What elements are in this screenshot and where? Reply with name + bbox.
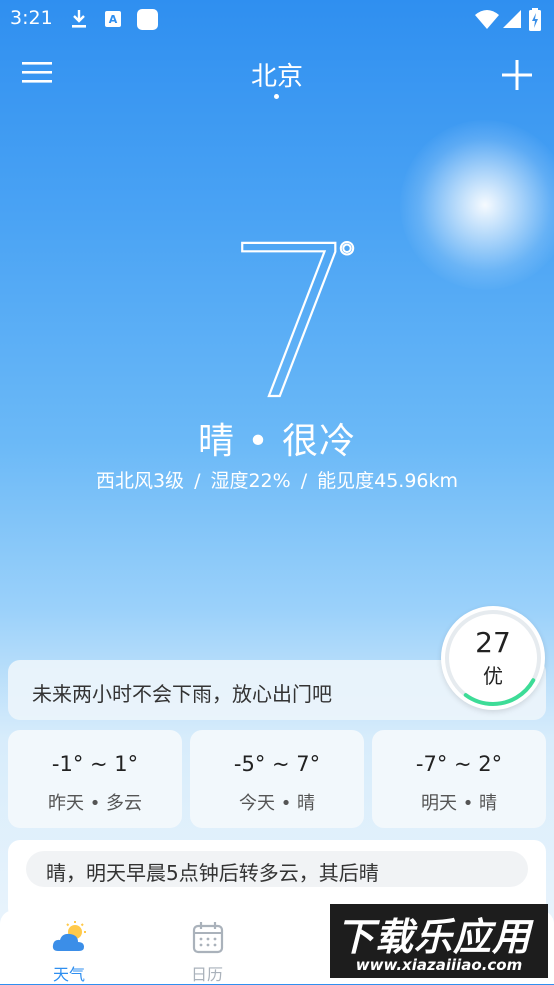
forecast-label: 昨天 • 多云 (47, 793, 143, 814)
humidity-info: 湿度22% (210, 470, 291, 492)
nav-label: 天气 (52, 965, 85, 984)
svg-text:A: A (109, 13, 118, 26)
nav-label: 日历 (190, 965, 223, 984)
forecast-range: -1° ~ 1° (51, 752, 139, 776)
separator: / (194, 470, 201, 492)
forecast-label: 今天 • 晴 (238, 793, 316, 814)
status-bar: 3:21 A (0, 0, 554, 38)
watermark-logo: 下载乐应用 www.xiazaiiiao.com (330, 904, 548, 978)
wifi-icon (475, 10, 499, 29)
page-indicator-dot (274, 94, 279, 99)
download-icon (72, 10, 86, 28)
forecast-label: 明天 • 晴 (420, 793, 498, 814)
forecast-card-today[interactable]: -5° ~ 7° 今天 • 晴 (190, 730, 364, 828)
rain-notice-text: 未来两小时不会下雨，放心出门吧 (32, 682, 332, 706)
nav-item-calendar[interactable]: 日历 (162, 918, 252, 984)
watermark-url: www.xiazaiiiao.com (355, 956, 523, 974)
app-square-icon (137, 9, 158, 30)
summary-text: 晴，明天早晨5点钟后转多云，其后晴 (46, 861, 379, 885)
top-bar: 北京 (0, 50, 554, 100)
weather-condition: 晴 • 很冷 (197, 421, 357, 462)
nav-item-weather[interactable]: 天气 (24, 918, 114, 984)
degree-symbol: ° (337, 238, 357, 282)
a-notification-icon: A (105, 11, 121, 27)
summary-pill: 晴，明天早晨5点钟后转多云，其后晴 (26, 851, 528, 887)
aqi-badge[interactable]: 27 优 (441, 606, 545, 710)
weather-icon (52, 921, 86, 951)
watermark-main-text: 下载乐应用 (336, 915, 532, 959)
current-temperature: 7 ° (225, 238, 360, 400)
wind-info: 西北风3级 (95, 470, 185, 492)
forecast-range: -5° ~ 7° (233, 752, 321, 776)
separator: / (300, 470, 308, 492)
sun-glow (400, 120, 554, 290)
calendar-icon (192, 922, 224, 954)
status-time: 3:21 (10, 7, 53, 29)
forecast-card-tomorrow[interactable]: -7° ~ 2° 明天 • 晴 (372, 730, 546, 828)
forecast-range: -7° ~ 2° (415, 752, 503, 776)
forecast-card-yesterday[interactable]: -1° ~ 1° 昨天 • 多云 (8, 730, 182, 828)
city-name[interactable]: 北京 (0, 56, 554, 93)
plus-icon[interactable] (498, 56, 536, 94)
signal-icon (503, 10, 521, 28)
aqi-level: 优 (483, 664, 503, 688)
visibility-info: 能见度45.96km (317, 470, 459, 492)
battery-charging-icon (529, 8, 541, 31)
aqi-value: 27 (475, 626, 511, 659)
weather-details: 西北风3级 / 湿度22% / 能见度45.96km (0, 466, 554, 493)
